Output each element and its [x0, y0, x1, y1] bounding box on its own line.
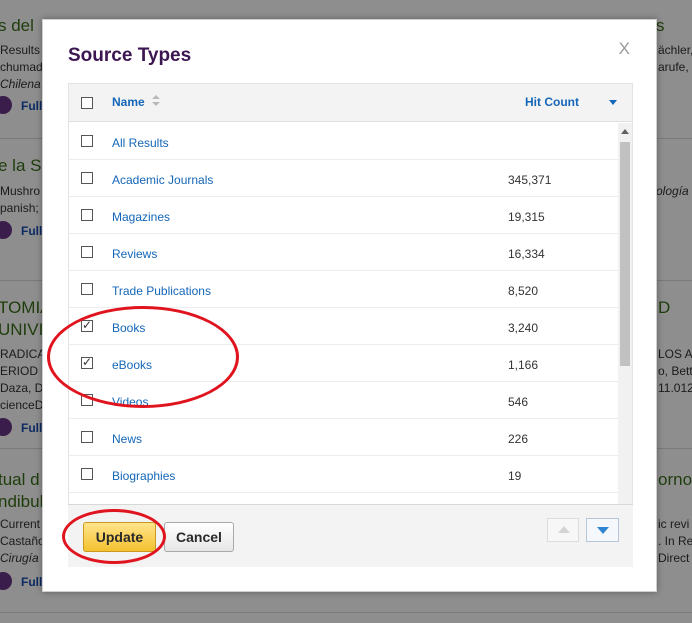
bg-divider [0, 612, 692, 613]
bg-result-line: Direct [658, 551, 690, 565]
pdf-icon [0, 418, 12, 436]
row-label[interactable]: Magazines [112, 210, 170, 224]
list-item[interactable]: Reviews 16,334 [69, 234, 618, 271]
bg-result-line: Results [0, 43, 41, 57]
list-item[interactable]: Magazines 19,315 [69, 197, 618, 234]
bg-full-text-link: Full [21, 575, 43, 589]
update-button[interactable]: Update [83, 522, 156, 552]
move-up-button[interactable] [547, 518, 579, 542]
bg-result-line: arufe, [658, 60, 689, 74]
bg-full-text-link: Full [21, 99, 43, 113]
row-hit-count: 19 [508, 469, 522, 483]
row-checkbox[interactable] [81, 172, 93, 184]
sort-by-name-button[interactable]: Name [112, 95, 145, 109]
bg-result-line: o, Bett [658, 364, 692, 378]
row-label[interactable]: Academic Journals [112, 173, 213, 187]
bg-result-line: cienceD [0, 398, 44, 412]
list-item[interactable]: Academic Journals 345,371 [69, 160, 618, 197]
bg-result-line: Current [0, 517, 41, 531]
dialog-title: Source Types [68, 45, 192, 66]
row-checkbox-checked[interactable] [81, 318, 93, 332]
bg-result-title-right: D [658, 298, 671, 317]
list-scrollbar[interactable] [618, 123, 632, 522]
bg-result-title-right: ornos [658, 470, 692, 489]
row-hit-count: 3,240 [508, 321, 539, 335]
row-label[interactable]: Trade Publications [112, 284, 211, 298]
source-types-dialog: Source Types X Name Hit Count All Result… [42, 19, 657, 592]
close-icon[interactable]: X [619, 39, 630, 59]
row-checkbox[interactable] [81, 209, 93, 221]
bg-full-text-link: Full [21, 421, 43, 435]
pdf-icon [0, 96, 12, 114]
bg-result-line: ic revi [658, 517, 690, 531]
bg-result-line: RADICA [0, 347, 46, 361]
row-hit-count: 1,166 [508, 358, 539, 372]
pdf-icon [0, 221, 12, 239]
row-checkbox-checked[interactable] [81, 355, 93, 369]
bg-result-line: ERIOD [0, 364, 39, 378]
caret-down-icon [609, 100, 617, 105]
row-checkbox[interactable] [81, 431, 93, 443]
bg-result-line: Mushro [0, 184, 41, 198]
list-item[interactable]: Books 3,240 [69, 308, 618, 345]
row-label[interactable]: eBooks [112, 358, 152, 372]
scroll-up-arrow-icon[interactable] [621, 129, 629, 134]
bg-full-text-link: Full [21, 224, 43, 238]
row-checkbox[interactable] [81, 394, 93, 406]
bg-result-title: s del [0, 16, 34, 35]
list-item[interactable]: Videos 546 [69, 382, 618, 419]
bg-result-title-right: s [656, 16, 665, 35]
row-hit-count: 226 [508, 432, 529, 446]
bg-result-line: panish; [0, 201, 39, 215]
row-checkbox[interactable] [81, 283, 93, 295]
row-hit-count: 8,520 [508, 284, 539, 298]
row-label[interactable]: All Results [112, 136, 169, 150]
sort-arrows-icon [152, 94, 160, 108]
bg-result-line: ología [656, 184, 689, 198]
row-checkbox[interactable] [81, 468, 93, 480]
row-hit-count: 19,315 [508, 210, 545, 224]
bg-result-line: . In Re [658, 534, 692, 548]
row-hit-count: 16,334 [508, 247, 545, 261]
scrollbar-thumb[interactable] [620, 142, 630, 366]
bg-result-line: 11.012 [658, 381, 692, 395]
row-label[interactable]: Biographies [112, 469, 175, 483]
bg-result-title: UNIVI [0, 320, 44, 339]
pdf-icon [0, 572, 12, 590]
list-item[interactable]: eBooks 1,166 [69, 345, 618, 382]
sort-by-hit-count-button[interactable]: Hit Count [525, 95, 579, 109]
list-item[interactable]: News 226 [69, 419, 618, 456]
bg-result-title: e la S [0, 156, 42, 175]
dialog-footer: Update Cancel [68, 504, 633, 567]
list-item[interactable]: Biographies 19 [69, 456, 618, 493]
bg-result-line: LOS A [658, 347, 692, 361]
row-hit-count: 546 [508, 395, 529, 409]
row-label[interactable]: Reviews [112, 247, 157, 261]
list-item[interactable]: All Results [69, 123, 618, 160]
bg-result-title: tual d [0, 470, 40, 489]
list-item[interactable]: Trade Publications 8,520 [69, 271, 618, 308]
bg-result-title: ndibul [0, 492, 44, 511]
list-rows: All Results Academic Journals 345,371 Ma… [69, 123, 618, 522]
select-all-checkbox[interactable] [81, 97, 93, 109]
source-types-list: Name Hit Count All Results Academic Jour… [68, 83, 633, 523]
bg-result-line: ächler, [658, 43, 692, 57]
bg-result-line: Castaño [0, 534, 45, 548]
row-checkbox[interactable] [81, 135, 93, 147]
row-label[interactable]: News [112, 432, 142, 446]
cancel-button[interactable]: Cancel [164, 522, 234, 552]
row-label[interactable]: Books [112, 321, 145, 335]
list-header: Name Hit Count [69, 84, 632, 122]
move-down-button[interactable] [586, 518, 619, 542]
row-label[interactable]: Videos [112, 395, 148, 409]
row-hit-count: 345,371 [508, 173, 552, 187]
row-checkbox[interactable] [81, 246, 93, 258]
